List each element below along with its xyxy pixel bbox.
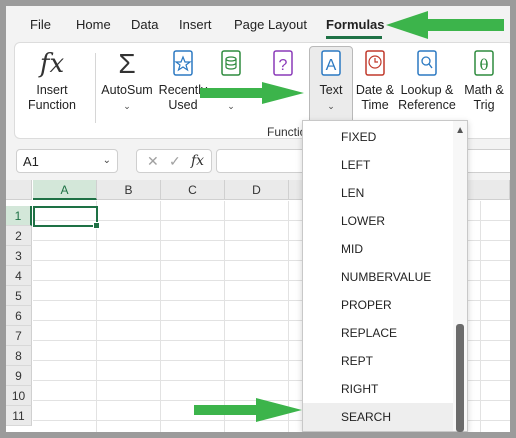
- function-item-left[interactable]: LEFT: [303, 151, 453, 179]
- function-item-rept[interactable]: REPT: [303, 347, 453, 375]
- tab-formulas[interactable]: Formulas: [326, 17, 385, 32]
- magnifier-book-icon: [417, 50, 437, 76]
- logical-button[interactable]: ?: [265, 49, 301, 83]
- function-item-len[interactable]: LEN: [303, 179, 453, 207]
- insert-function-button[interactable]: fx Insert Function: [23, 49, 81, 113]
- svg-text:θ: θ: [479, 56, 488, 74]
- function-item-replace[interactable]: REPLACE: [303, 319, 453, 347]
- question-book-icon: ?: [273, 50, 293, 76]
- row-header-8[interactable]: 8: [6, 346, 32, 366]
- annotation-arrow-search: [194, 398, 302, 422]
- tab-insert[interactable]: Insert: [179, 17, 212, 32]
- row-header-4[interactable]: 4: [6, 266, 32, 286]
- date-time-button[interactable]: Date & Time: [353, 49, 397, 113]
- cancel-icon[interactable]: ✕: [147, 153, 159, 170]
- star-book-icon: [173, 50, 193, 76]
- row-header-11[interactable]: 11: [6, 406, 32, 426]
- row-header-3[interactable]: 3: [6, 246, 32, 266]
- autosum-label: AutoSum: [101, 83, 153, 97]
- clock-book-icon: [365, 50, 385, 76]
- text-book-icon: A: [321, 50, 341, 76]
- row-header-10[interactable]: 10: [6, 386, 32, 406]
- text-functions-dropdown: FIXED LEFT LEN LOWER MID NUMBERVALUE PRO…: [302, 120, 468, 432]
- row-header-5[interactable]: 5: [6, 286, 32, 306]
- fx-icon: fx: [39, 49, 65, 79]
- formula-controls: ✕ ✓ fx: [136, 149, 212, 173]
- column-header-d[interactable]: D: [225, 180, 289, 200]
- active-tab-indicator: [326, 36, 382, 39]
- lookup-reference-button[interactable]: Lookup & Reference: [397, 49, 457, 113]
- scroll-up-arrow-icon[interactable]: ▲: [455, 125, 465, 136]
- lookup-label-2: Reference: [398, 98, 456, 112]
- chevron-down-icon: ⌄: [123, 101, 131, 111]
- tab-home[interactable]: Home: [76, 17, 111, 32]
- function-item-mid[interactable]: MID: [303, 235, 453, 263]
- chevron-down-icon[interactable]: ⌄: [103, 155, 111, 166]
- insert-function-label-2: Function: [28, 98, 76, 112]
- row-header-2[interactable]: 2: [6, 226, 32, 246]
- function-item-fixed[interactable]: FIXED: [303, 123, 453, 151]
- column-header-b[interactable]: B: [97, 180, 161, 200]
- math-label-1: Math &: [464, 83, 504, 97]
- excel-window: File Home Data Insert Page Layout Formul…: [6, 6, 510, 432]
- tab-file[interactable]: File: [30, 17, 51, 32]
- text-functions-content[interactable]: A Text ⌄: [309, 49, 353, 114]
- function-item-right[interactable]: RIGHT: [303, 375, 453, 403]
- dropdown-scrollbar[interactable]: ▲: [453, 121, 467, 432]
- function-item-numbervalue[interactable]: NUMBERVALUE: [303, 263, 453, 291]
- select-all-corner[interactable]: [6, 180, 32, 200]
- insert-function-label-1: Insert: [36, 83, 68, 97]
- autosum-button[interactable]: Σ AutoSum ⌄: [99, 49, 155, 114]
- row-header-1[interactable]: 1: [6, 206, 32, 226]
- sigma-icon: Σ: [118, 48, 136, 79]
- date-time-label-2: Time: [361, 98, 389, 112]
- row-header-9[interactable]: 9: [6, 366, 32, 386]
- svg-text:A: A: [326, 57, 337, 74]
- math-label-2: Trig: [473, 98, 495, 112]
- check-icon[interactable]: ✓: [169, 153, 181, 170]
- row-header-6[interactable]: 6: [6, 306, 32, 326]
- function-item-search[interactable]: SEARCH: [303, 403, 453, 431]
- name-box-value: A1: [23, 154, 39, 169]
- lookup-label-1: Lookup &: [400, 83, 454, 97]
- text-functions-label: Text: [319, 83, 343, 97]
- tab-page-layout[interactable]: Page Layout: [234, 17, 307, 32]
- active-cell-a1[interactable]: [33, 206, 100, 229]
- function-item-proper[interactable]: PROPER: [303, 291, 453, 319]
- ribbon-separator: [95, 53, 96, 123]
- scrollbar-thumb[interactable]: [456, 324, 464, 432]
- function-item-lower[interactable]: LOWER: [303, 207, 453, 235]
- tab-data[interactable]: Data: [131, 17, 158, 32]
- database-icon: [221, 50, 241, 76]
- column-header-c[interactable]: C: [161, 180, 225, 200]
- annotation-arrow-formulas: [386, 11, 504, 39]
- name-box[interactable]: A1 ⌄: [16, 149, 118, 173]
- theta-book-icon: θ: [474, 50, 494, 76]
- svg-text:?: ?: [279, 57, 288, 74]
- column-header-a[interactable]: A: [33, 180, 97, 200]
- insert-function-fx-icon[interactable]: fx: [191, 153, 204, 169]
- row-header-7[interactable]: 7: [6, 326, 32, 346]
- chevron-down-icon: ⌄: [327, 101, 335, 111]
- annotation-arrow-text: [200, 82, 304, 104]
- date-time-label-1: Date &: [355, 83, 395, 97]
- math-trig-button[interactable]: θ Math & Trig: [461, 49, 507, 113]
